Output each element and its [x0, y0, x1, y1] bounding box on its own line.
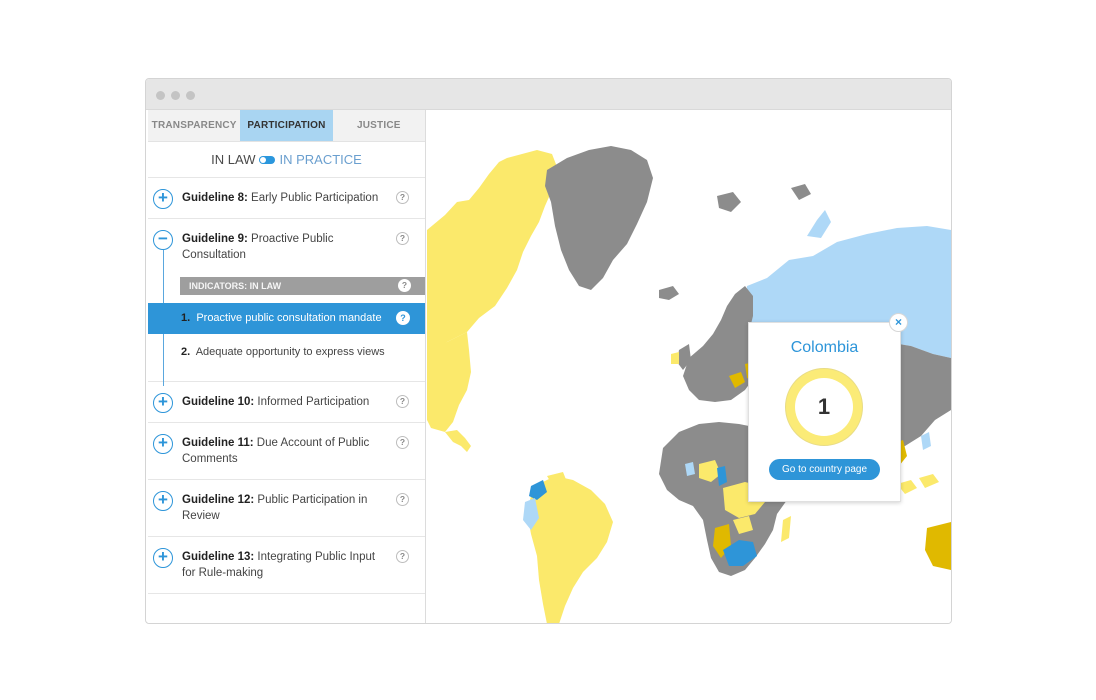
region-iceland: [659, 286, 679, 300]
guideline-11[interactable]: + Guideline 11: Due Account of Public Co…: [148, 423, 425, 480]
region-mexico: [445, 430, 471, 452]
tab-participation[interactable]: PARTICIPATION: [240, 110, 333, 141]
expand-plus-icon[interactable]: +: [153, 434, 173, 454]
region-novaya-zemlya: [807, 210, 831, 238]
guideline-8[interactable]: + Guideline 8: Early Public Participatio…: [148, 178, 425, 219]
region-philippines: [921, 432, 931, 450]
region-svalbard: [717, 192, 741, 212]
guideline-number: Guideline 13:: [182, 551, 255, 563]
tab-transparency[interactable]: TRANSPARENCY: [148, 110, 241, 141]
sidebar: TRANSPARENCY PARTICIPATION JUSTICE IN LA…: [148, 110, 426, 623]
region-south-america: [527, 476, 613, 623]
guideline-9[interactable]: − Guideline 9: Proactive Public Consulta…: [148, 219, 425, 386]
expand-plus-icon[interactable]: +: [153, 548, 173, 568]
region-madagascar: [781, 516, 791, 542]
guideline-12[interactable]: + Guideline 12: Public Participation in …: [148, 480, 425, 537]
guideline-title: Early Public Participation: [251, 192, 379, 204]
collapse-minus-icon[interactable]: −: [153, 230, 173, 250]
law-practice-switch[interactable]: [259, 155, 276, 164]
help-icon[interactable]: ?: [396, 550, 409, 563]
browser-window: TRANSPARENCY PARTICIPATION JUSTICE IN LA…: [145, 78, 952, 624]
window-titlebar: [146, 79, 951, 110]
indicator-number: 2.: [181, 346, 191, 358]
indicators-header: INDICATORS: IN LAW ?: [180, 277, 425, 295]
guideline-13[interactable]: + Guideline 13: Integrating Public Input…: [148, 537, 425, 594]
indicators-header-label: INDICATORS: IN LAW: [189, 281, 282, 291]
indicator-item-1[interactable]: 1. Proactive public consultation mandate…: [148, 303, 425, 334]
region-usa: [427, 332, 471, 432]
expand-plus-icon[interactable]: +: [153, 491, 173, 511]
help-icon[interactable]: ?: [396, 232, 409, 245]
score-ring: 1: [785, 368, 863, 446]
help-icon[interactable]: ?: [398, 279, 411, 292]
region-ireland: [671, 352, 679, 364]
help-icon[interactable]: ?: [396, 493, 409, 506]
world-map[interactable]: Colombia 1 Go to country page ×: [427, 110, 951, 623]
window-close-dot[interactable]: [156, 91, 165, 100]
country-popup: Colombia 1 Go to country page: [748, 322, 901, 502]
indicators-panel: INDICATORS: IN LAW ? 1. Proactive public…: [148, 277, 425, 381]
go-to-country-button[interactable]: Go to country page: [769, 459, 880, 480]
guideline-number: Guideline 11:: [182, 437, 254, 449]
guideline-10[interactable]: + Guideline 10: Informed Participation ?: [148, 382, 425, 423]
expand-plus-icon[interactable]: +: [153, 189, 173, 209]
guideline-title: Informed Participation: [257, 396, 370, 408]
in-law-label[interactable]: IN LAW: [211, 152, 255, 167]
expand-plus-icon[interactable]: +: [153, 393, 173, 413]
region-indonesia-2: [919, 474, 939, 488]
guideline-number: Guideline 12:: [182, 494, 255, 506]
region-franz-josef: [791, 184, 811, 200]
tab-bar: TRANSPARENCY PARTICIPATION JUSTICE: [148, 110, 425, 142]
guideline-number: Guideline 8:: [182, 192, 248, 204]
law-practice-toggle-row: IN LAW IN PRACTICE: [148, 142, 425, 178]
window-maximize-dot[interactable]: [186, 91, 195, 100]
indicator-text: Proactive public consultation mandate: [196, 312, 382, 324]
indicator-number: 1.: [181, 312, 191, 324]
region-north-america: [427, 150, 559, 348]
tab-justice[interactable]: JUSTICE: [332, 110, 425, 141]
indicator-text: Adequate opportunity to express views: [195, 346, 385, 358]
region-australia: [925, 522, 951, 570]
in-practice-label[interactable]: IN PRACTICE: [279, 152, 361, 167]
guideline-number: Guideline 10:: [182, 396, 255, 408]
region-greenland: [545, 146, 653, 290]
help-icon[interactable]: ?: [396, 191, 409, 204]
popup-country-name: Colombia: [790, 339, 859, 356]
score-value: 1: [795, 378, 853, 436]
window-minimize-dot[interactable]: [171, 91, 180, 100]
indicator-item-2[interactable]: 2. Adequate opportunity to express views: [148, 334, 425, 381]
close-popup-icon[interactable]: ×: [889, 313, 908, 332]
help-icon[interactable]: ?: [396, 436, 409, 449]
help-icon[interactable]: ?: [396, 311, 410, 325]
guideline-number: Guideline 9:: [182, 233, 248, 245]
help-icon[interactable]: ?: [396, 395, 409, 408]
